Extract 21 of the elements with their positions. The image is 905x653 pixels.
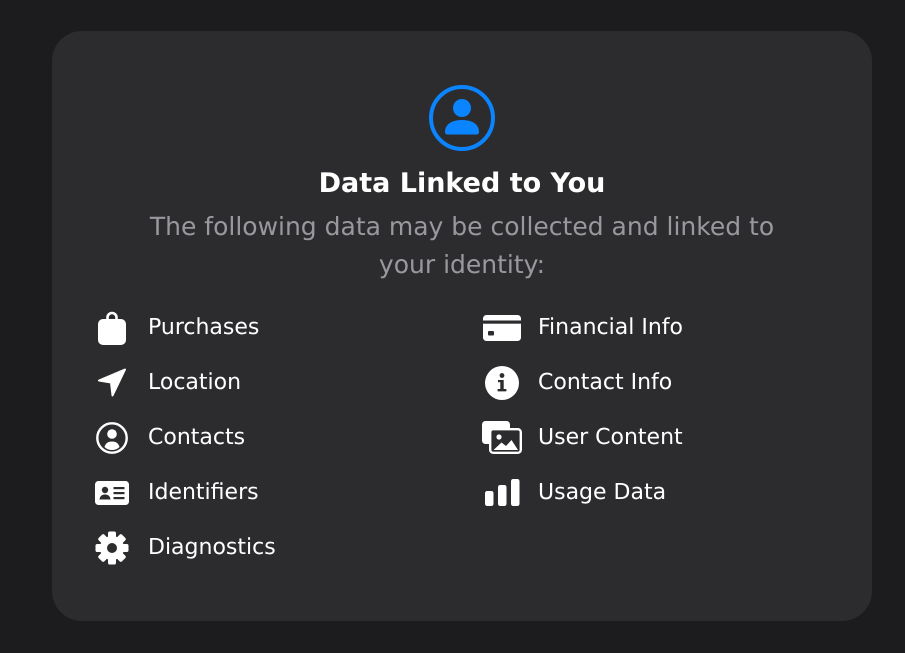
credit-card-icon: [483, 314, 521, 340]
category-label: Location: [148, 368, 242, 396]
info-icon: [485, 366, 519, 400]
person-circle-icon: [96, 422, 128, 454]
shopping-bag-icon: [97, 310, 127, 344]
category-label: Financial Info: [538, 314, 683, 342]
category-label: Contact Info: [538, 368, 672, 396]
category-label: Diagnostics: [148, 534, 276, 562]
category-label: User Content: [538, 424, 683, 452]
id-card-icon: [95, 480, 129, 504]
photos-icon: [482, 421, 522, 454]
category-label: Contacts: [148, 424, 246, 452]
person-circle-icon: [429, 85, 495, 151]
category-label: Usage Data: [538, 478, 666, 506]
location-arrow-icon: [97, 368, 127, 397]
category-label: Purchases: [148, 314, 260, 342]
gear-icon: [95, 530, 129, 564]
dialog-description: The following data may be collected and linked to your identity:: [148, 211, 776, 281]
bar-chart-icon: [484, 479, 520, 506]
category-label: Identifiers: [148, 478, 259, 506]
dialog-title: Data Linked to You: [318, 167, 606, 201]
